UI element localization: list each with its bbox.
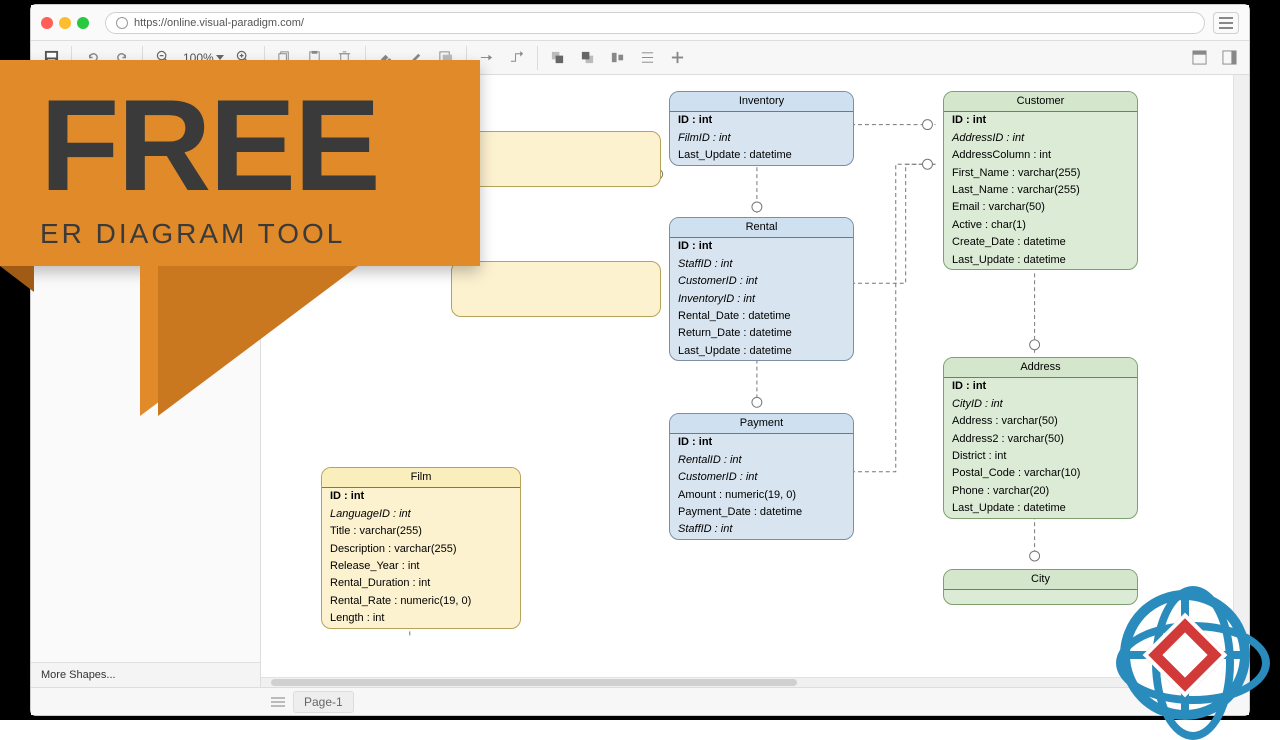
vp-logo bbox=[1110, 580, 1260, 730]
entity-column: InventoryID : int bbox=[670, 291, 853, 308]
entity-title: Film bbox=[322, 468, 520, 488]
entity-column: ID : int bbox=[322, 488, 520, 505]
entity-column: Amount : numeric(19, 0) bbox=[670, 487, 853, 504]
to-front-button[interactable] bbox=[544, 46, 572, 70]
entity-rental[interactable]: Rental ID : intStaffID : intCustomerID :… bbox=[669, 217, 854, 361]
entity-column: Rental_Rate : numeric(19, 0) bbox=[322, 593, 520, 610]
entity-title: Inventory bbox=[670, 92, 853, 112]
undo-button[interactable] bbox=[78, 46, 106, 70]
entity-column: ID : int bbox=[944, 378, 1137, 395]
sidebar-category[interactable]: Entity Relationship bbox=[31, 111, 260, 136]
delete-button[interactable] bbox=[331, 46, 359, 70]
entity-column: CustomerID : int bbox=[670, 273, 853, 290]
horizontal-scrollbar[interactable] bbox=[261, 677, 1217, 687]
entity-column: AddressColumn : int bbox=[944, 147, 1137, 164]
entity-column: Last_Update : datetime bbox=[670, 147, 853, 164]
entity-column: First_Name : varchar(255) bbox=[944, 165, 1137, 182]
entity-column: Last_Name : varchar(255) bbox=[944, 182, 1137, 199]
search-placeholder: Search bbox=[44, 87, 79, 99]
entity-film[interactable]: Film ID : intLanguageID : intTitle : var… bbox=[321, 467, 521, 629]
zoom-out-button[interactable] bbox=[149, 46, 177, 70]
copy-button[interactable] bbox=[271, 46, 299, 70]
browser-titlebar: https://online.visual-paradigm.com/ bbox=[31, 5, 1249, 41]
entity-box-hidden-1[interactable] bbox=[451, 131, 661, 187]
entity-title: Address bbox=[944, 358, 1137, 378]
entity-column: Last_Update : datetime bbox=[670, 343, 853, 360]
zoom-in-button[interactable] bbox=[230, 46, 258, 70]
entity-column: ID : int bbox=[670, 238, 853, 255]
redo-button[interactable] bbox=[108, 46, 136, 70]
entity-column: CityID : int bbox=[944, 396, 1137, 413]
page-tab[interactable]: Page-1 bbox=[293, 691, 354, 713]
fill-color-button[interactable] bbox=[372, 46, 400, 70]
entity-column: Postal_Code : varchar(10) bbox=[944, 465, 1137, 482]
entity-column: ID : int bbox=[670, 112, 853, 129]
line-color-button[interactable] bbox=[402, 46, 430, 70]
entity-column: Address2 : varchar(50) bbox=[944, 431, 1137, 448]
entity-column: FilmID : int bbox=[670, 130, 853, 147]
entity-column: Release_Year : int bbox=[322, 558, 520, 575]
entity-city[interactable]: City bbox=[943, 569, 1138, 605]
entity-column: District : int bbox=[944, 448, 1137, 465]
distribute-button[interactable] bbox=[634, 46, 662, 70]
entity-column: StaffID : int bbox=[670, 521, 853, 538]
menu-icon[interactable] bbox=[1213, 12, 1239, 34]
window-buttons[interactable] bbox=[41, 17, 89, 29]
shadow-button[interactable] bbox=[432, 46, 460, 70]
entity-column: CustomerID : int bbox=[670, 469, 853, 486]
entity-column: Last_Update : datetime bbox=[944, 252, 1137, 269]
entity-column: StaffID : int bbox=[670, 256, 853, 273]
entity-column: ID : int bbox=[670, 434, 853, 451]
save-button[interactable] bbox=[37, 46, 65, 70]
page-grip-icon bbox=[271, 697, 285, 707]
waypoint-button[interactable] bbox=[503, 46, 531, 70]
diagram-canvas[interactable]: Inventory ID : intFilmID : intLast_Updat… bbox=[261, 75, 1233, 687]
entity-inventory[interactable]: Inventory ID : intFilmID : intLast_Updat… bbox=[669, 91, 854, 166]
toolbar: 100% bbox=[31, 41, 1249, 75]
entity-column: Rental_Date : datetime bbox=[670, 308, 853, 325]
entity-column: Rental_Duration : int bbox=[322, 575, 520, 592]
more-shapes-button[interactable]: More Shapes... bbox=[31, 662, 260, 687]
entity-title: Payment bbox=[670, 414, 853, 434]
entity-column: AddressID : int bbox=[944, 130, 1137, 147]
entity-column: Last_Update : datetime bbox=[944, 500, 1137, 517]
entity-title: Customer bbox=[944, 92, 1137, 112]
entity-column: Create_Date : datetime bbox=[944, 234, 1137, 251]
entity-column: Length : int bbox=[322, 610, 520, 627]
entity-column: Phone : varchar(20) bbox=[944, 483, 1137, 500]
zoom-level[interactable]: 100% bbox=[179, 51, 228, 65]
outline-panel-button[interactable] bbox=[1215, 46, 1243, 70]
entity-column: Payment_Date : datetime bbox=[670, 504, 853, 521]
shape-sidebar: Search Entity Relationship More Shapes..… bbox=[31, 75, 261, 687]
entity-title: Rental bbox=[670, 218, 853, 238]
entity-customer[interactable]: Customer ID : intAddressID : intAddressC… bbox=[943, 91, 1138, 270]
entity-column: ID : int bbox=[944, 112, 1137, 129]
format-panel-button[interactable] bbox=[1185, 46, 1213, 70]
entity-column: Address : varchar(50) bbox=[944, 413, 1137, 430]
footer: Page-1 bbox=[31, 687, 1249, 715]
entity-address[interactable]: Address ID : intCityID : intAddress : va… bbox=[943, 357, 1138, 519]
entity-column: Email : varchar(50) bbox=[944, 199, 1137, 216]
paste-button[interactable] bbox=[301, 46, 329, 70]
to-back-button[interactable] bbox=[574, 46, 602, 70]
entity-column: Active : char(1) bbox=[944, 217, 1137, 234]
search-input[interactable]: Search bbox=[37, 81, 254, 105]
site-info-icon bbox=[116, 17, 128, 29]
entity-column: Return_Date : datetime bbox=[670, 325, 853, 342]
shape-palette[interactable] bbox=[31, 136, 260, 662]
connector-style-button[interactable] bbox=[473, 46, 501, 70]
entity-box-hidden-2[interactable] bbox=[451, 261, 661, 317]
entity-column: Description : varchar(255) bbox=[322, 541, 520, 558]
entity-payment[interactable]: Payment ID : intRentalID : intCustomerID… bbox=[669, 413, 854, 540]
add-button[interactable] bbox=[664, 46, 692, 70]
entity-column: RentalID : int bbox=[670, 452, 853, 469]
url-bar[interactable]: https://online.visual-paradigm.com/ bbox=[105, 12, 1205, 34]
align-button[interactable] bbox=[604, 46, 632, 70]
url-text: https://online.visual-paradigm.com/ bbox=[134, 17, 304, 29]
entity-column: LanguageID : int bbox=[322, 506, 520, 523]
entity-title: City bbox=[944, 570, 1137, 590]
entity-column: Title : varchar(255) bbox=[322, 523, 520, 540]
